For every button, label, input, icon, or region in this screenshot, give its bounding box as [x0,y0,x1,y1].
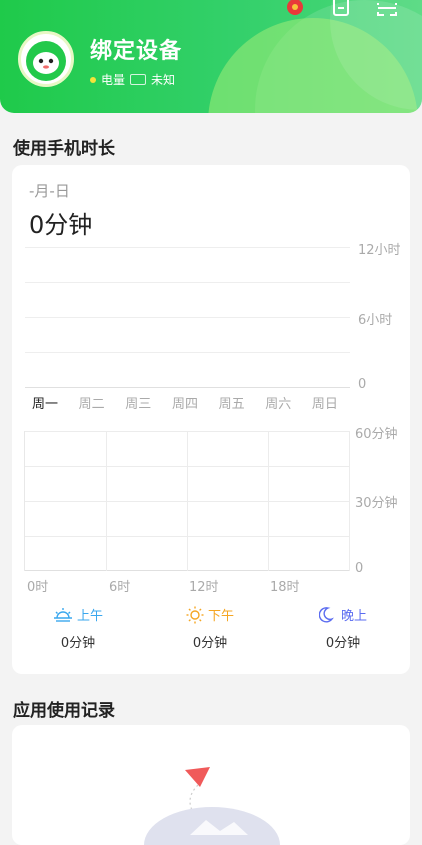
gridline [25,317,350,318]
weekday-tab[interactable]: 周五 [212,393,252,412]
gridline [25,387,350,388]
sun-icon [186,606,204,623]
date-label[interactable]: -月-日 [29,180,70,201]
scan-icon[interactable] [376,0,398,18]
weekday-tabs: 周一 周二 周三 周四 周五 周六 周日 [25,393,345,412]
mascot-icon [26,41,66,81]
total-usage: 0分钟 [29,211,93,239]
device-avatar[interactable] [18,31,74,87]
period-value: 0分钟 [192,636,228,651]
gridline [268,431,269,571]
period-value: 0分钟 [60,636,96,651]
period-afternoon: 下午 0分钟 [165,605,255,651]
weekday-tab[interactable]: 周二 [72,393,112,412]
daily-chart [24,431,350,571]
gridline [25,352,350,353]
red-envelope-icon[interactable] [284,0,306,18]
weekly-chart: 12小时 6小时 0 [25,243,405,392]
device-title[interactable]: 绑定设备 [90,33,182,65]
y-tick-label: 6小时 [358,313,393,328]
period-label: 晚上 [340,609,367,624]
usage-card: -月-日 0分钟 12小时 6小时 0 周一 周二 周三 周四 周五 周六 周日… [12,165,410,674]
app-section-title: 应用使用记录 [13,701,115,721]
gridline [349,431,350,571]
x-tick-label: 0时 [27,580,49,595]
y-tick-label: 60分钟 [355,427,398,442]
gridline [106,431,107,571]
gridline [25,247,350,248]
header-actions [284,0,398,18]
moon-icon [318,606,334,623]
weekday-tab[interactable]: 周四 [165,393,205,412]
y-tick-label: 0 [355,561,364,576]
sunrise-icon [53,607,72,622]
device-header: 绑定设备 电量 未知 [0,0,422,113]
weekday-tab[interactable]: 周一 [25,393,65,412]
battery-label: 电量 [101,73,126,87]
period-evening: 晚上 0分钟 [298,605,388,651]
x-tick-label: 18时 [270,580,300,595]
period-label: 下午 [207,609,234,624]
period-label: 上午 [76,609,103,624]
x-tick-label: 12时 [189,580,219,595]
weekday-tab[interactable]: 周三 [118,393,158,412]
battery-value: 未知 [151,73,176,87]
status-dot-icon [90,76,96,83]
period-value: 0分钟 [325,636,361,651]
period-morning: 上午 0分钟 [33,605,123,651]
document-icon[interactable] [330,0,352,18]
weekday-tab[interactable]: 周日 [305,393,345,412]
usage-section-title: 使用手机时长 [13,139,115,159]
empty-state-illustration [144,767,280,845]
x-tick-label: 6时 [109,580,131,595]
y-tick-label: 0 [358,377,367,392]
battery-icon [130,74,147,85]
battery-status: 电量 未知 [90,71,175,88]
gridline [187,431,188,571]
gridline [25,282,350,283]
app-records-card [12,725,410,845]
y-tick-label: 12小时 [358,243,401,258]
weekday-tab[interactable]: 周六 [258,393,298,412]
y-tick-label: 30分钟 [355,496,398,511]
